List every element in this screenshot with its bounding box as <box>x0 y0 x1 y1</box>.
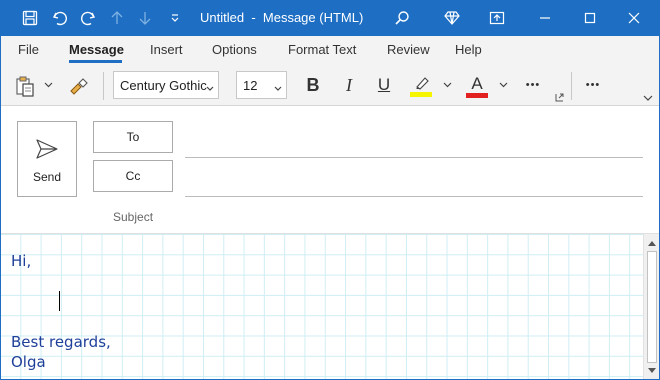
message-body[interactable]: Hi, Best regards, Olga <box>0 234 643 380</box>
cc-field[interactable] <box>185 196 643 197</box>
save-icon[interactable] <box>18 0 42 36</box>
more-format-button[interactable]: ••• <box>520 73 546 97</box>
diamond-icon[interactable] <box>442 0 462 36</box>
chevron-down-icon <box>206 80 214 95</box>
font-size-value: 12 <box>243 77 258 93</box>
text-caret <box>59 291 60 311</box>
down-arrow-icon[interactable] <box>135 0 155 36</box>
font-size-dropdown[interactable]: 12 <box>236 71 287 99</box>
highlight-dropdown-icon[interactable] <box>441 79 453 91</box>
undo-icon[interactable] <box>48 0 72 36</box>
search-icon[interactable] <box>392 0 412 36</box>
font-color-dropdown-icon[interactable] <box>497 79 509 91</box>
format-painter-icon[interactable] <box>66 74 92 98</box>
tab-insert[interactable]: Insert <box>150 42 183 57</box>
vertical-scrollbar[interactable] <box>643 234 660 380</box>
maximize-icon[interactable] <box>579 0 601 36</box>
body-greeting: Hi, <box>11 252 32 270</box>
restore-window-icon[interactable] <box>487 0 507 36</box>
subject-label[interactable]: Subject <box>113 210 153 224</box>
font-color-swatch <box>466 92 488 98</box>
up-arrow-icon[interactable] <box>107 0 127 36</box>
scrollbar-thumb[interactable] <box>647 251 657 363</box>
message-header: Send To Cc Subject <box>0 106 660 234</box>
to-field[interactable] <box>185 157 643 158</box>
cc-button[interactable]: Cc <box>93 160 173 192</box>
title-bar: Untitled - Message (HTML) <box>0 0 660 36</box>
to-button[interactable]: To <box>93 121 173 153</box>
ribbon-separator <box>571 72 572 100</box>
send-label: Send <box>32 170 62 184</box>
tab-options[interactable]: Options <box>212 42 257 57</box>
tab-review[interactable]: Review <box>387 42 430 57</box>
close-icon[interactable] <box>623 0 645 36</box>
paste-icon[interactable] <box>12 73 38 99</box>
highlight-button[interactable] <box>408 72 434 100</box>
ribbon-toolbar: Century Gothic 12 B I U A ••• ••• <box>0 64 660 106</box>
paste-dropdown-icon[interactable] <box>42 79 54 91</box>
send-button[interactable]: Send <box>17 121 77 197</box>
highlighter-icon <box>416 77 429 90</box>
minimize-icon[interactable] <box>534 0 556 36</box>
window-title: Untitled - Message (HTML) <box>200 10 364 25</box>
bold-button[interactable]: B <box>302 73 324 97</box>
more-commands-button[interactable]: ••• <box>580 73 606 97</box>
font-name-dropdown[interactable]: Century Gothic <box>113 71 219 99</box>
redo-icon[interactable] <box>76 0 100 36</box>
dialog-launcher-icon[interactable] <box>553 91 565 103</box>
tab-format-text[interactable]: Format Text <box>288 42 356 57</box>
ribbon-separator <box>103 72 104 100</box>
font-color-glyph: A <box>471 73 483 93</box>
font-name-value: Century Gothic <box>120 77 207 93</box>
body-closing: Best regards, <box>11 333 111 351</box>
highlight-color-swatch <box>410 92 432 97</box>
collapse-ribbon-icon[interactable] <box>641 92 655 104</box>
tab-help[interactable]: Help <box>455 42 482 57</box>
chevron-down-icon <box>274 80 282 95</box>
body-signature: Olga <box>11 353 46 371</box>
scroll-down-icon[interactable] <box>646 364 658 378</box>
tab-message[interactable]: Message <box>69 42 124 57</box>
italic-button[interactable]: I <box>338 73 360 97</box>
customize-icon[interactable] <box>166 0 184 36</box>
send-icon <box>36 139 58 159</box>
scroll-up-icon[interactable] <box>646 236 658 250</box>
font-color-button[interactable]: A <box>464 72 490 100</box>
underline-button[interactable]: U <box>373 73 395 97</box>
active-tab-indicator <box>69 60 122 63</box>
tab-file[interactable]: File <box>18 42 39 57</box>
